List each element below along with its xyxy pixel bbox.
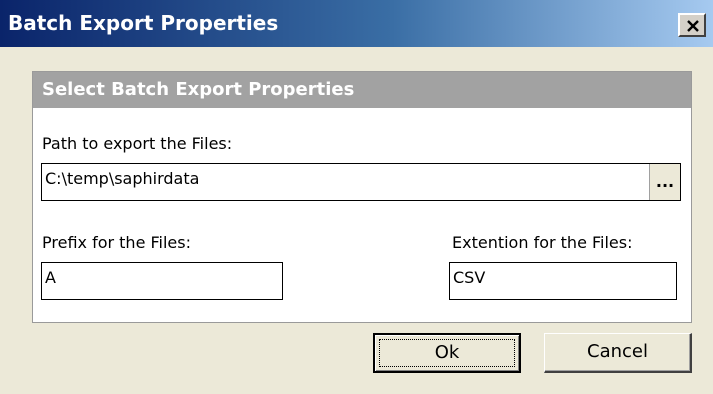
properties-panel: Select Batch Export Properties Path to e…: [32, 71, 692, 323]
cancel-button[interactable]: Cancel: [544, 333, 692, 373]
panel-header: Select Batch Export Properties: [33, 72, 691, 108]
path-label: Path to export the Files:: [42, 134, 233, 153]
path-input[interactable]: C:\temp\saphirdata: [41, 163, 681, 201]
panel-header-title: Select Batch Export Properties: [42, 79, 355, 100]
close-icon: [687, 20, 699, 32]
extension-label: Extention for the Files:: [452, 233, 633, 252]
prefix-input[interactable]: A: [41, 262, 283, 300]
ok-button[interactable]: Ok: [373, 333, 521, 373]
ok-button-label: Ok: [434, 342, 460, 363]
prefix-label: Prefix for the Files:: [42, 233, 191, 252]
extension-input[interactable]: CSV: [449, 262, 677, 300]
cancel-button-label: Cancel: [587, 341, 648, 362]
batch-export-dialog: Batch Export Properties Select Batch Exp…: [0, 0, 713, 394]
title-bar[interactable]: Batch Export Properties: [0, 0, 713, 47]
window-title: Batch Export Properties: [8, 11, 279, 35]
browse-button[interactable]: ...: [649, 164, 680, 200]
close-button[interactable]: [678, 13, 706, 37]
